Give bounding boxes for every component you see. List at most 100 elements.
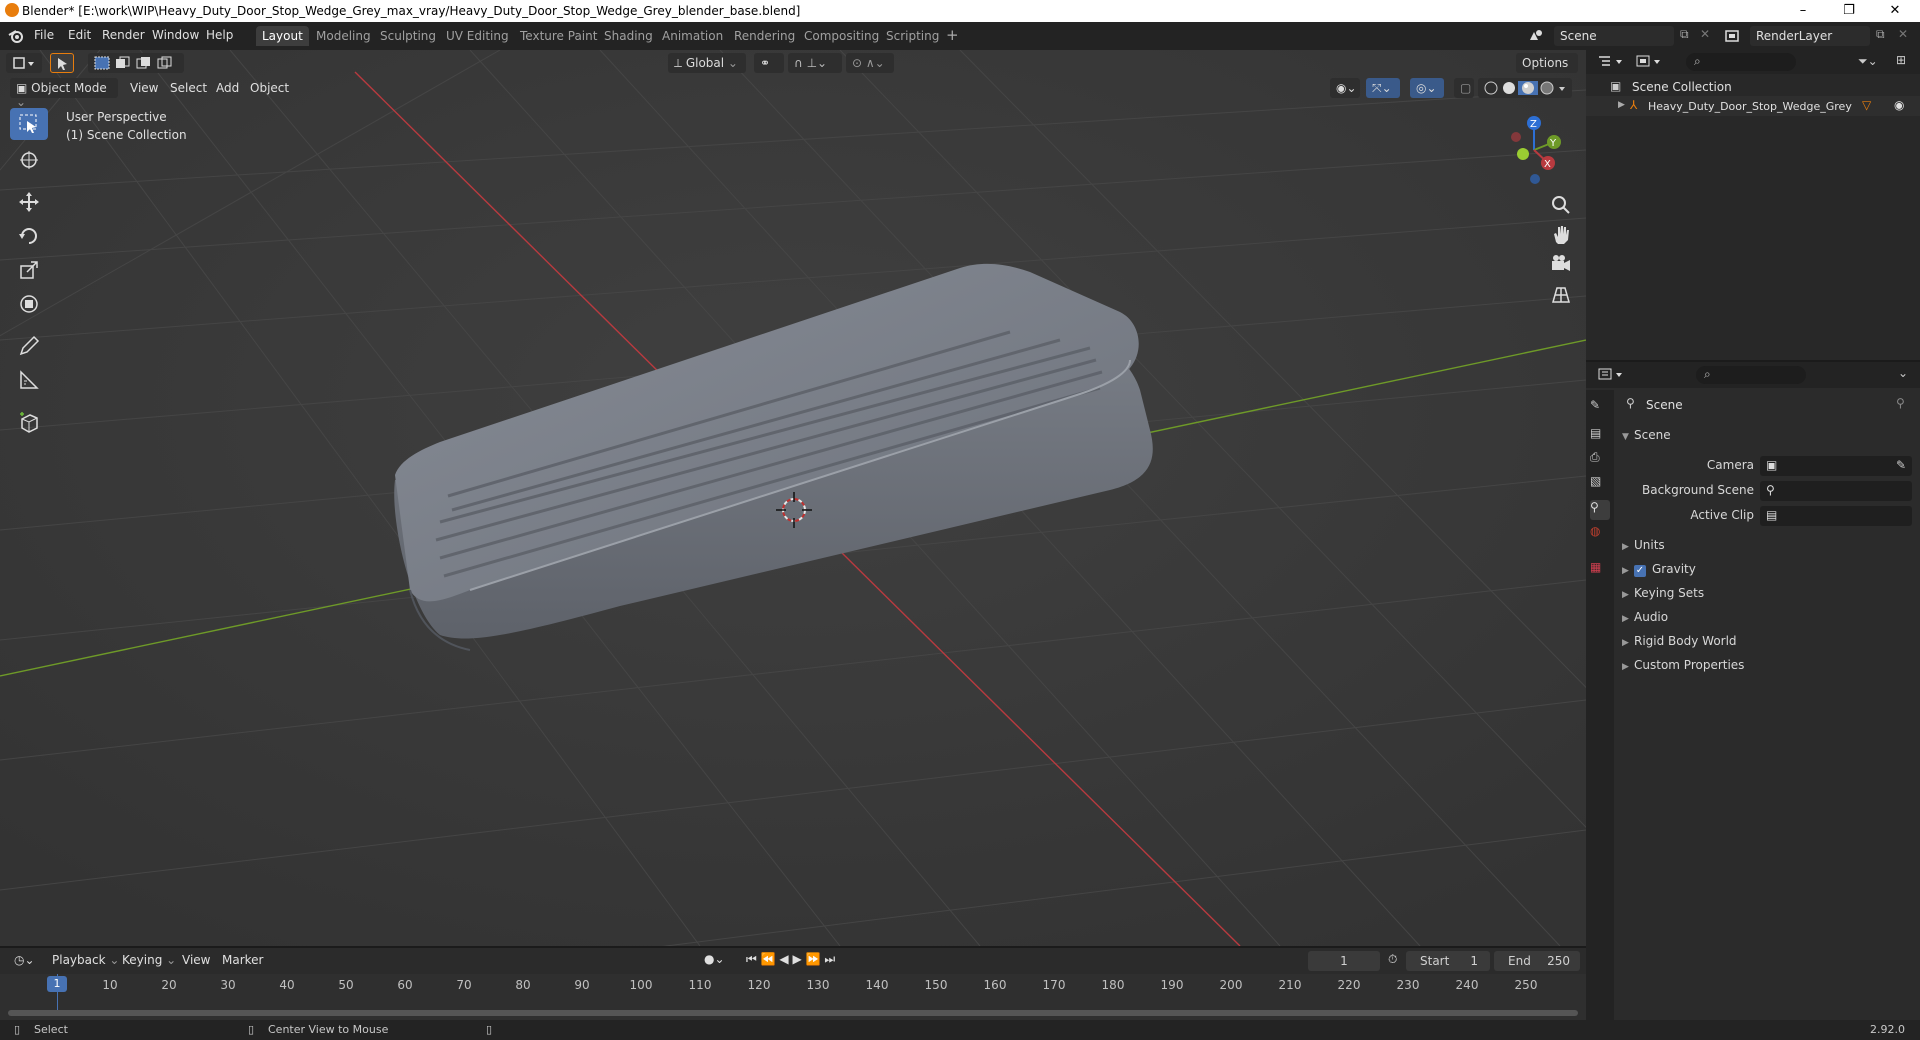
perspective-toggle-icon[interactable] (1548, 282, 1574, 308)
world-tab-icon[interactable]: ◍ (1590, 524, 1610, 544)
scene-new-icon[interactable]: ⧉ (1680, 27, 1689, 42)
tool-transform[interactable] (10, 288, 48, 320)
properties-search-input[interactable]: ⌕ (1696, 366, 1806, 384)
viewport-menu-object[interactable]: Object (250, 81, 289, 95)
scene-remove-icon[interactable]: ✕ (1700, 27, 1710, 41)
editor-type-button[interactable] (6, 53, 42, 73)
tool-measure[interactable] (10, 364, 48, 396)
visibility-eye-icon[interactable]: ◉ (1894, 98, 1904, 112)
tab-scripting[interactable]: Scripting (880, 26, 945, 46)
start-frame-field[interactable]: Start 1 (1406, 951, 1490, 971)
overlays-toggle[interactable]: ◎⌄ (1410, 78, 1444, 98)
renderlayer-new-icon[interactable]: ⧉ (1876, 27, 1885, 42)
renderlayer-remove-icon[interactable]: ✕ (1898, 27, 1908, 41)
rigid-body-world-section[interactable]: ▶ Rigid Body World (1622, 634, 1737, 648)
tool-cursor[interactable] (10, 144, 48, 176)
proportional-editing-toggle[interactable]: ⊙ ∧⌄ (846, 53, 894, 73)
viewport-menu-select[interactable]: Select (170, 81, 207, 95)
tool-annotate[interactable] (10, 330, 48, 362)
expand-arrow-icon[interactable]: ▶ (1618, 100, 1625, 110)
menu-edit[interactable]: Edit (68, 28, 91, 42)
new-collection-icon[interactable]: ⊞ (1896, 53, 1906, 67)
pivot-point-dropdown[interactable]: ⚭ (754, 53, 784, 73)
view-layer-tab-icon[interactable]: ▧ (1590, 474, 1610, 494)
playhead-marker[interactable]: 1 (47, 976, 67, 992)
display-mode-icon[interactable] (1636, 54, 1664, 70)
menu-render[interactable]: Render (102, 28, 145, 42)
xray-toggle[interactable]: ▢ (1454, 78, 1474, 98)
render-tab-icon[interactable]: ▤ (1590, 426, 1610, 446)
jump-start-icon[interactable]: ⏮ (746, 952, 757, 966)
camera-view-icon[interactable] (1548, 252, 1574, 278)
properties-options-icon[interactable]: ⌄ (1898, 366, 1908, 380)
selection-mode-buttons[interactable] (88, 53, 184, 73)
tab-texture-paint[interactable]: Texture Paint (514, 26, 603, 46)
audio-section[interactable]: ▶ Audio (1622, 610, 1668, 624)
navigation-gizmo[interactable]: Z Y X (1490, 110, 1570, 190)
tab-modeling[interactable]: Modeling (310, 26, 377, 46)
tab-layout[interactable]: Layout (256, 26, 309, 46)
menu-help[interactable]: Help (206, 28, 233, 42)
jump-end-icon[interactable]: ⏭ (824, 952, 835, 966)
renderlayer-selector[interactable]: RenderLayer (1750, 26, 1870, 46)
eyedropper-icon[interactable]: ✎ (1896, 458, 1906, 472)
texture-tab-icon[interactable]: ▦ (1590, 560, 1610, 580)
end-frame-field[interactable]: End 250 (1494, 951, 1580, 971)
timeline-menu-marker[interactable]: Marker (222, 953, 263, 967)
tool-rotate[interactable] (10, 220, 48, 252)
scene-tab-icon[interactable]: ⚲ (1590, 500, 1610, 520)
3d-viewport[interactable]: ⟂ Global ⌄ ⚭ ∩ ⊥⌄ ⊙ ∧⌄ Options ⌄ ▣ Objec… (0, 50, 1586, 946)
timeline-scrollbar[interactable] (8, 1010, 1578, 1016)
renderlayer-icon[interactable] (1724, 28, 1740, 44)
output-tab-icon[interactable]: ⎙ (1590, 450, 1610, 470)
custom-properties-section[interactable]: ▶ Custom Properties (1622, 658, 1744, 672)
timeline-editor-type[interactable]: ◷⌄ (8, 950, 40, 970)
tab-sculpting[interactable]: Sculpting (374, 26, 442, 46)
visibility-dropdown[interactable]: ◉⌄ (1330, 78, 1360, 98)
active-clip-field[interactable]: ▤ (1760, 506, 1912, 526)
current-frame-field[interactable]: 1 (1308, 951, 1380, 971)
background-scene-field[interactable]: ⚲ (1760, 481, 1912, 501)
options-dropdown[interactable]: Options ⌄ (1516, 53, 1578, 84)
add-workspace-icon[interactable]: + (946, 26, 959, 44)
timeline-menu-playback[interactable]: Playback ⌄ (52, 953, 119, 967)
scene-selector[interactable]: Scene (1554, 26, 1674, 46)
tab-compositing[interactable]: Compositing (798, 26, 885, 46)
shading-mode-buttons[interactable] (1478, 78, 1572, 98)
viewport-menu-view[interactable]: View (130, 81, 158, 95)
minimize-button[interactable]: – (1780, 1, 1826, 21)
zoom-icon[interactable] (1548, 192, 1574, 218)
tab-uv-editing[interactable]: UV Editing (440, 26, 515, 46)
stopwatch-icon[interactable]: ⏱ (1388, 952, 1397, 967)
play-icon[interactable]: ▶ (792, 952, 801, 966)
menu-file[interactable]: File (34, 28, 54, 42)
tool-tab-icon[interactable]: ✎ (1590, 398, 1610, 418)
tool-add-cube[interactable] (10, 406, 48, 438)
scene-icon[interactable] (1528, 28, 1544, 44)
record-icon[interactable]: ●⌄ (704, 952, 725, 966)
prev-keyframe-icon[interactable]: ⏪ (761, 952, 776, 966)
pin-icon[interactable]: ⚲ (1896, 396, 1905, 410)
scene-panel-header[interactable]: ▼ Scene (1622, 428, 1671, 442)
filter-icon[interactable]: ⏷⌄ (1858, 54, 1878, 69)
tab-rendering[interactable]: Rendering (728, 26, 801, 46)
transform-orientation-dropdown[interactable]: ⟂ Global ⌄ (668, 53, 746, 73)
properties-editor-icon[interactable] (1598, 367, 1626, 383)
gravity-section[interactable]: ▶ ✓ Gravity (1622, 562, 1696, 577)
tool-scale[interactable] (10, 254, 48, 286)
select-tool-toggle[interactable] (50, 53, 74, 73)
blender-menu-icon[interactable] (8, 28, 24, 44)
units-section[interactable]: ▶ Units (1622, 538, 1665, 552)
outliner-root-row[interactable]: ▣ Scene Collection (1586, 76, 1920, 96)
gizmo-toggle[interactable]: ⤧⌄ (1366, 78, 1400, 98)
keying-sets-section[interactable]: ▶ Keying Sets (1622, 586, 1704, 600)
camera-field[interactable]: ▣ ✎ (1760, 456, 1912, 476)
maximize-button[interactable]: ❐ (1826, 1, 1872, 21)
timeline-track-area[interactable]: 10 20 30 40 50 60 70 80 90 100 110 120 130 140 150 160 1… (0, 974, 1586, 1022)
snap-toggle[interactable]: ∩ ⊥⌄ (788, 53, 842, 73)
pan-hand-icon[interactable] (1548, 222, 1574, 248)
next-keyframe-icon[interactable]: ⏩ (806, 952, 821, 966)
tab-shading[interactable]: Shading (598, 26, 659, 46)
play-reverse-icon[interactable]: ◀ (779, 952, 788, 966)
timeline-menu-view[interactable]: View (182, 953, 210, 967)
